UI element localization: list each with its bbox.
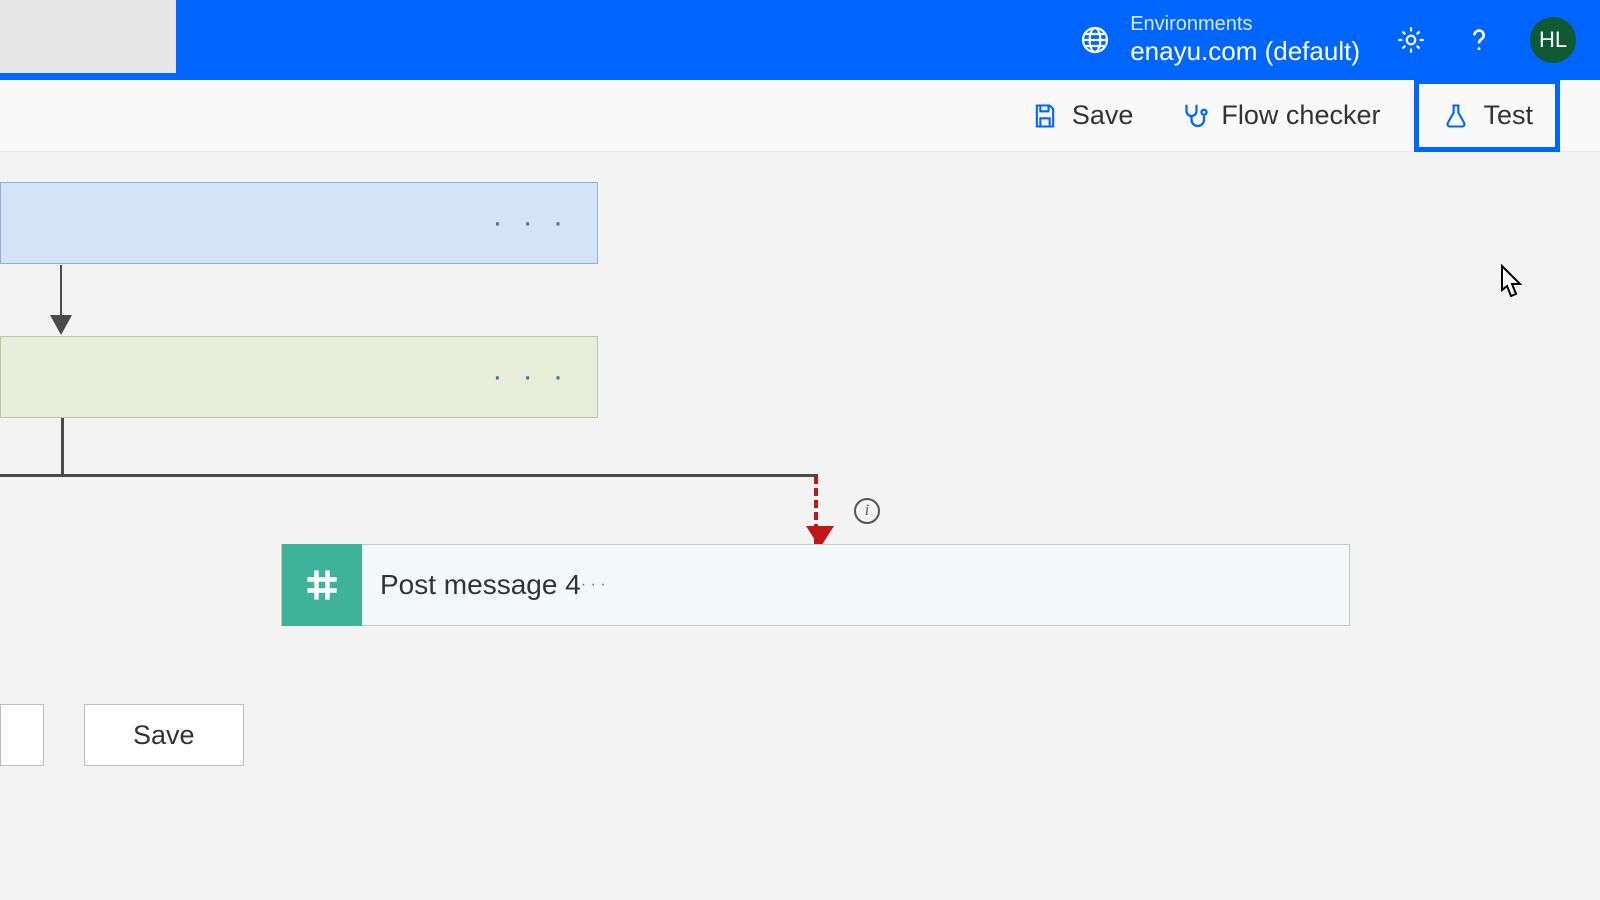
- cursor-pointer-icon: [1494, 264, 1528, 304]
- flow-checker-label: Flow checker: [1221, 100, 1380, 131]
- slack-channel-icon: [282, 544, 362, 626]
- test-button[interactable]: Test: [1414, 79, 1560, 152]
- globe-icon: [1078, 23, 1112, 57]
- connector-horizontal: [0, 474, 818, 477]
- app-header: Environments enayu.com (default) HL: [0, 0, 1600, 80]
- environment-label: Environments: [1130, 12, 1360, 36]
- previous-step-button[interactable]: [0, 704, 44, 766]
- environment-name: enayu.com (default): [1130, 36, 1360, 67]
- ellipsis-icon[interactable]: · · ·: [492, 206, 569, 240]
- ellipsis-icon[interactable]: · · ·: [492, 360, 569, 394]
- environment-picker[interactable]: Environments enayu.com (default): [1078, 12, 1360, 67]
- connector-vertical: [61, 418, 64, 475]
- save-button[interactable]: Save: [1018, 92, 1146, 139]
- flow-canvas[interactable]: · · · · · · i Post message 4 · · · Save: [0, 152, 1600, 900]
- save-flow-button[interactable]: Save: [84, 704, 244, 766]
- save-flow-label: Save: [133, 720, 195, 751]
- info-icon[interactable]: i: [854, 498, 880, 524]
- avatar-initials: HL: [1539, 27, 1567, 53]
- flow-checker-button[interactable]: Flow checker: [1167, 92, 1392, 139]
- bottom-button-row: Save: [0, 704, 244, 766]
- save-icon: [1030, 101, 1060, 131]
- flow-step-post-message[interactable]: Post message 4 · · ·: [281, 544, 1350, 626]
- avatar[interactable]: HL: [1530, 17, 1576, 63]
- gear-icon[interactable]: [1394, 23, 1428, 57]
- search-placeholder-box[interactable]: [0, 0, 176, 73]
- test-button-label: Test: [1483, 100, 1533, 131]
- help-icon[interactable]: [1462, 23, 1496, 57]
- flask-icon: [1441, 101, 1471, 131]
- flow-step-action-1[interactable]: · · ·: [0, 336, 598, 418]
- save-button-label: Save: [1072, 100, 1134, 131]
- arrow-down-icon: [60, 265, 62, 333]
- connector-run-after-arrow: [814, 476, 818, 544]
- stethoscope-icon: [1179, 101, 1209, 131]
- ellipsis-icon[interactable]: · · ·: [581, 576, 606, 594]
- editor-toolbar: Save Flow checker Test: [0, 80, 1600, 152]
- header-right-cluster: Environments enayu.com (default) HL: [1078, 12, 1600, 67]
- flow-step-trigger[interactable]: · · ·: [0, 182, 598, 264]
- flow-step-title: Post message 4: [362, 569, 581, 601]
